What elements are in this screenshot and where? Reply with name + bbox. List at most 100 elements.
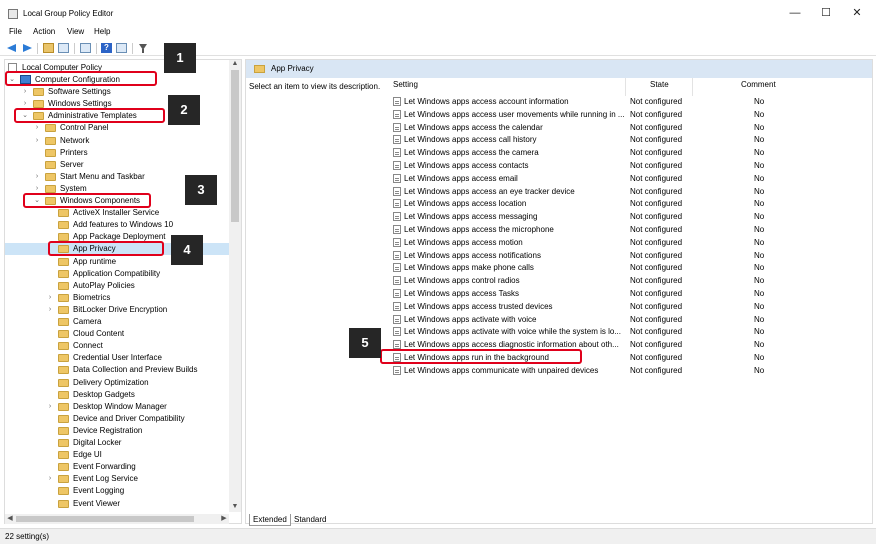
minimize-button[interactable]: —: [788, 7, 802, 19]
expand-chevron-icon[interactable]: ›: [33, 135, 41, 147]
setting-row[interactable]: Let Windows apps access call history Not …: [391, 134, 871, 146]
setting-comment: No: [754, 340, 765, 350]
setting-row[interactable]: Let Windows apps access account informat…: [391, 96, 871, 108]
setting-row[interactable]: Let Windows apps access messaging Not con…: [391, 211, 871, 223]
tree-item[interactable]: Digital Locker: [5, 437, 229, 449]
tree-item[interactable]: Add features to Windows 10: [5, 219, 229, 231]
setting-row[interactable]: Let Windows apps access motion Not config…: [391, 237, 871, 249]
expand-chevron-icon[interactable]: ›: [46, 401, 54, 413]
show-hide-tree-icon[interactable]: [58, 43, 69, 53]
policy-setting-icon: [393, 225, 401, 234]
setting-row[interactable]: Let Windows apps access Tasks Not configu…: [391, 288, 871, 300]
tree-horizontal-scrollbar[interactable]: ◀ ▶: [5, 514, 229, 524]
expand-chevron-icon[interactable]: ›: [46, 292, 54, 304]
close-button[interactable]: ✕: [850, 7, 864, 19]
properties-icon[interactable]: [116, 43, 127, 53]
tree-item[interactable]: Application Compatibility: [5, 268, 229, 280]
tree-item[interactable]: AutoPlay Policies: [5, 280, 229, 292]
tab-standard[interactable]: Standard: [291, 514, 329, 526]
setting-row[interactable]: Let Windows apps access email Not configu…: [391, 173, 871, 185]
tree-item[interactable]: Edge UI: [5, 449, 229, 461]
column-header-setting[interactable]: Setting: [393, 80, 418, 89]
tree-pane[interactable]: Local Computer Policy ⌄ Computer Configur…: [4, 59, 242, 524]
maximize-button[interactable]: ☐: [819, 7, 833, 19]
scroll-thumb-horizontal[interactable]: [16, 516, 194, 522]
setting-row[interactable]: Let Windows apps control radios Not confi…: [391, 275, 871, 287]
setting-row[interactable]: Let Windows apps access trusted devices N…: [391, 301, 871, 313]
expand-chevron-icon[interactable]: ›: [46, 473, 54, 485]
toolbar-separator: [37, 43, 38, 54]
expand-chevron-icon[interactable]: ›: [33, 171, 41, 183]
tree-item[interactable]: Server: [5, 159, 229, 171]
policy-setting-icon: [393, 263, 401, 273]
setting-row[interactable]: Let Windows apps access an eye tracker d…: [391, 186, 871, 198]
tree-item[interactable]: Connect: [5, 340, 229, 352]
column-header-state[interactable]: State: [650, 80, 669, 89]
setting-state: Not configured: [630, 122, 683, 132]
tree-item-label: App runtime: [73, 256, 117, 266]
setting-row[interactable]: Let Windows apps access the microphone No…: [391, 224, 871, 236]
scroll-right-icon[interactable]: ▶: [219, 514, 229, 524]
expand-chevron-icon[interactable]: ›: [46, 304, 54, 316]
setting-row[interactable]: Let Windows apps access the calendar Not …: [391, 122, 871, 134]
tree-vertical-scrollbar[interactable]: ▲ ▼: [229, 60, 241, 512]
setting-row[interactable]: Let Windows apps access location Not conf…: [391, 198, 871, 210]
scroll-left-icon[interactable]: ◀: [5, 514, 15, 524]
forward-arrow-icon[interactable]: [21, 43, 32, 53]
tree-item[interactable]: › Desktop Window Manager: [5, 401, 229, 413]
setting-state: Not configured: [630, 353, 683, 362]
policy-setting-icon: [393, 237, 401, 247]
view-tabs: Extended Standard: [245, 514, 873, 526]
setting-row[interactable]: Let Windows apps communicate with unpair…: [391, 365, 871, 377]
tree-item[interactable]: Credential User Interface: [5, 352, 229, 364]
setting-row[interactable]: Let Windows apps activate with voice Not …: [391, 314, 871, 326]
column-divider[interactable]: [692, 78, 693, 96]
tree-item[interactable]: Desktop Gadgets: [5, 389, 229, 401]
export-list-icon[interactable]: [80, 43, 91, 53]
scroll-thumb[interactable]: [231, 70, 239, 222]
menu-view[interactable]: View: [67, 27, 84, 36]
toolbar: ?: [0, 40, 876, 56]
scroll-down-icon[interactable]: ▼: [229, 503, 241, 512]
tree-item-label: Printers: [60, 147, 88, 157]
menu-file[interactable]: File: [9, 27, 22, 36]
tree-item[interactable]: Delivery Optimization: [5, 377, 229, 389]
menu-action[interactable]: Action: [33, 27, 55, 36]
filter-icon[interactable]: [138, 43, 149, 53]
tab-extended[interactable]: Extended: [249, 514, 291, 526]
setting-row[interactable]: Let Windows apps access the camera Not co…: [391, 147, 871, 159]
column-header-comment[interactable]: Comment: [741, 80, 776, 89]
setting-row[interactable]: Let Windows apps make phone calls Not con…: [391, 262, 871, 274]
tree-item[interactable]: Camera: [5, 316, 229, 328]
tree-item[interactable]: › Biometrics: [5, 292, 229, 304]
menu-help[interactable]: Help: [94, 27, 110, 36]
tree-item-label: Start Menu and Taskbar: [60, 171, 145, 181]
tree-item[interactable]: Event Logging: [5, 485, 229, 497]
setting-state: Not configured: [630, 250, 683, 260]
policy-setting-icon: [393, 327, 401, 337]
tree-item[interactable]: Data Collection and Preview Builds: [5, 364, 229, 376]
up-folder-icon[interactable]: [43, 43, 54, 53]
tree-item[interactable]: Device Registration: [5, 425, 229, 437]
tree-item[interactable]: ActiveX Installer Service: [5, 207, 229, 219]
scroll-up-icon[interactable]: ▲: [229, 60, 241, 69]
tree-item[interactable]: › Network: [5, 135, 229, 147]
setting-comment: No: [754, 109, 765, 119]
expand-chevron-icon[interactable]: ›: [21, 86, 29, 98]
help-icon[interactable]: ?: [101, 43, 112, 53]
callout-badge-5: 5: [349, 328, 381, 358]
setting-row[interactable]: Let Windows apps access notifications Not…: [391, 250, 871, 262]
tree-item[interactable]: › BitLocker Drive Encryption: [5, 304, 229, 316]
setting-row[interactable]: Let Windows apps access contacts Not conf…: [391, 160, 871, 172]
tree-item[interactable]: Event Forwarding: [5, 461, 229, 473]
setting-row[interactable]: Let Windows apps activate with voice whi…: [391, 326, 871, 338]
column-divider[interactable]: [625, 78, 626, 96]
tree-item[interactable]: Cloud Content: [5, 328, 229, 340]
tree-item[interactable]: Printers: [5, 147, 229, 159]
back-arrow-icon[interactable]: [7, 43, 18, 53]
tree-item[interactable]: › Event Log Service: [5, 473, 229, 485]
expand-chevron-icon[interactable]: ›: [33, 122, 41, 134]
tree-item[interactable]: Event Viewer: [5, 498, 229, 510]
tree-item[interactable]: Device and Driver Compatibility: [5, 413, 229, 425]
setting-row[interactable]: Let Windows apps access user movements w…: [391, 109, 871, 121]
